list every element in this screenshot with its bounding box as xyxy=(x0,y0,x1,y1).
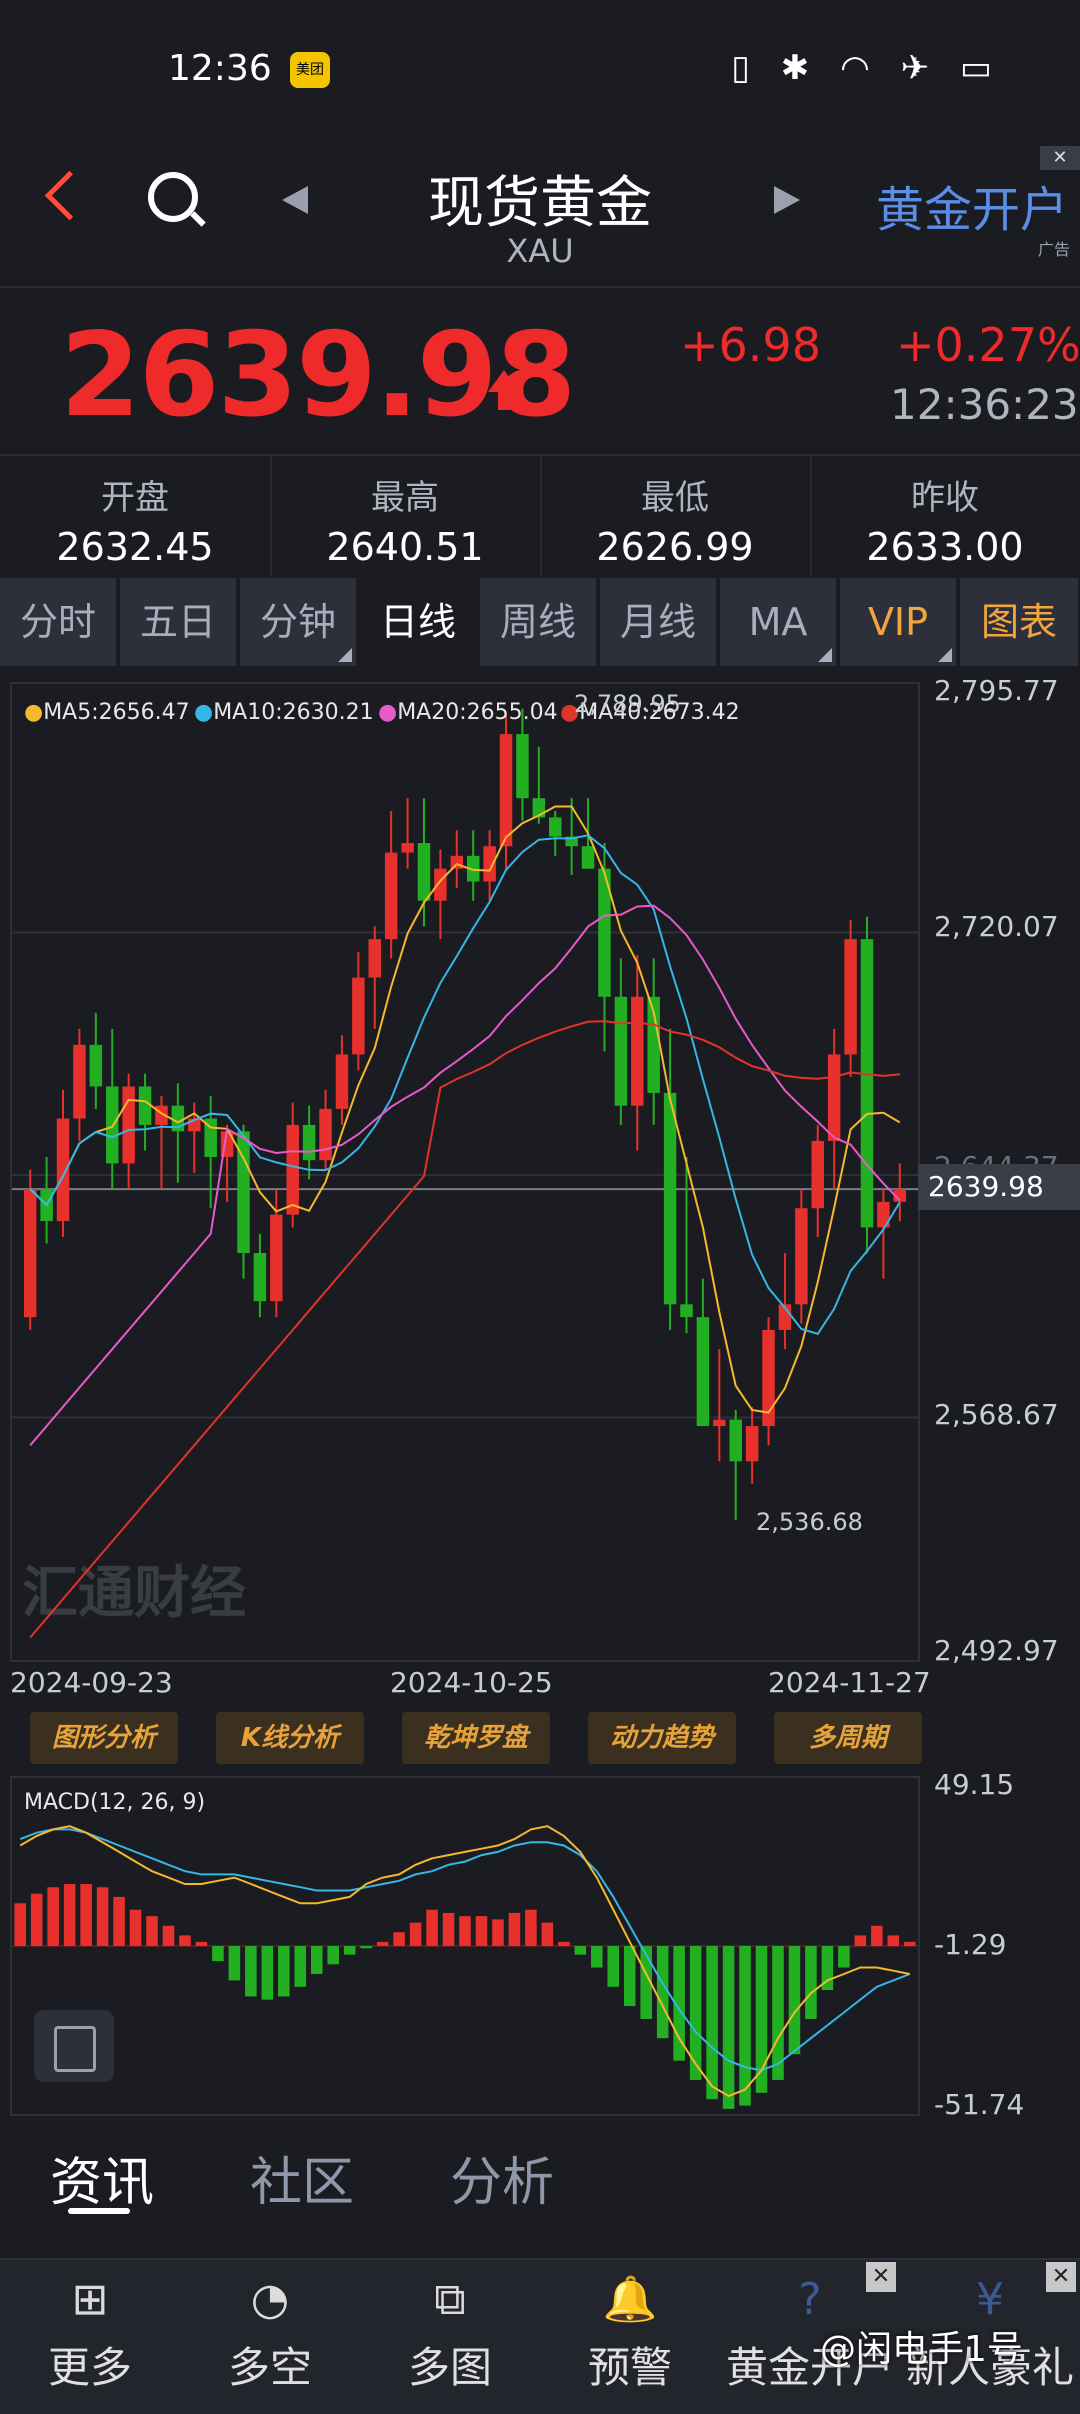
macd-title: MACD(12, 26, 9) xyxy=(24,1790,206,1815)
candle-body xyxy=(253,1253,267,1302)
ma10-line xyxy=(29,834,901,1335)
nav-label: 多空 xyxy=(227,2343,312,2392)
x-tick-label: 2024-11-27 xyxy=(768,1666,931,1699)
bell-icon: 🔔 xyxy=(602,2274,658,2325)
macd-chart-frame[interactable] xyxy=(10,1776,920,2116)
candle-body xyxy=(417,843,431,901)
candle-body xyxy=(89,1044,103,1087)
legend-label: MA20:2655.04 xyxy=(397,700,558,725)
nav-long-short[interactable]: ◔ 多空 xyxy=(180,2270,360,2395)
legend-dot: ● xyxy=(24,700,44,725)
candle-body xyxy=(319,1108,332,1161)
candle-body xyxy=(368,939,381,978)
candle-body xyxy=(270,1214,283,1302)
nav-label: 更多 xyxy=(47,2343,132,2392)
candle-body xyxy=(516,734,529,799)
ma-legend-ma10: ●MA10:2630.21 xyxy=(194,700,374,725)
tab-community[interactable]: 社区 xyxy=(250,2140,354,2215)
nav-label: 多图 xyxy=(407,2343,492,2392)
ma-legend-ma5: ●MA5:2656.47 xyxy=(24,700,190,725)
candle-body xyxy=(549,817,562,837)
active-tab-indicator xyxy=(68,2208,130,2214)
legend-label: MA10:2630.21 xyxy=(213,700,374,725)
trend-icon: ◔ xyxy=(250,2274,290,2325)
x-tick-label: 2024-09-23 xyxy=(10,1666,173,1699)
candle-body xyxy=(401,843,414,853)
candle-body xyxy=(23,1188,37,1318)
chart-tool-icon[interactable] xyxy=(34,2010,114,2082)
nav-label: 预警 xyxy=(587,2343,672,2392)
multi-chart-icon: ⧉ xyxy=(434,2274,466,2325)
analysis-pattern-button[interactable]: 图形分析 xyxy=(30,1712,178,1764)
candle-body xyxy=(680,1304,693,1318)
max-price-label: 2,789.95 xyxy=(574,690,681,718)
candle-body xyxy=(696,1317,710,1427)
macd-y-tick: 49.15 xyxy=(934,1768,1015,1801)
macd-y-tick: -51.74 xyxy=(934,2088,1025,2121)
legend-dot: ● xyxy=(194,700,214,725)
candle-body xyxy=(286,1124,299,1215)
nav-multi-chart[interactable]: ⧉ 多图 xyxy=(360,2270,540,2395)
candle-body xyxy=(122,1086,135,1164)
candle-body xyxy=(73,1044,86,1119)
grid-icon: ⊞ xyxy=(71,2274,109,2325)
candle-body xyxy=(499,734,513,847)
macd-y-tick: -1.29 xyxy=(934,1928,1007,1961)
candle-body xyxy=(860,939,874,1228)
y-tick-label: 2,492.97 xyxy=(934,1634,1059,1667)
min-price-label: 2,536.68 xyxy=(756,1508,863,1536)
x-tick-label: 2024-10-25 xyxy=(390,1666,553,1699)
analysis-momentum-button[interactable]: 动力趋势 xyxy=(588,1712,736,1764)
y-tick-label: 2,568.67 xyxy=(934,1398,1059,1431)
candle-body xyxy=(631,996,644,1106)
legend-dot: ● xyxy=(378,700,398,725)
candle-body xyxy=(56,1118,70,1222)
candle-body xyxy=(745,1426,759,1462)
current-price-marker: 2639.98 xyxy=(918,1164,1080,1210)
analysis-multi-period-button[interactable]: 多周期 xyxy=(774,1712,922,1764)
candle-body xyxy=(663,1092,677,1305)
ma-legend-ma20: ●MA20:2655.04 xyxy=(378,700,558,725)
y-tick-label: 2,720.07 xyxy=(934,910,1059,943)
overlay-watermark: @闲电手1号 xyxy=(820,2329,1023,2370)
analysis-compass-button[interactable]: 乾坤罗盘 xyxy=(402,1712,550,1764)
ad-close-icon[interactable]: ✕ xyxy=(866,2262,896,2292)
candle-body xyxy=(581,846,595,869)
tab-analysis[interactable]: 分析 xyxy=(450,2140,554,2215)
y-tick-label: 2,795.77 xyxy=(934,674,1059,707)
candle-body xyxy=(434,868,447,901)
ad-close-icon[interactable]: ✕ xyxy=(1046,2262,1076,2292)
candle-body xyxy=(335,1054,349,1109)
candle-body xyxy=(384,852,398,940)
nav-more[interactable]: ⊞ 更多 xyxy=(0,2270,180,2395)
candle-body xyxy=(138,1086,152,1125)
tab-news[interactable]: 资讯 xyxy=(50,2140,154,2215)
legend-label: MA5:2656.47 xyxy=(43,700,190,725)
candle-body xyxy=(302,1124,316,1161)
candle-body xyxy=(795,1208,808,1305)
candle-body xyxy=(844,939,857,1055)
candle-body xyxy=(827,1054,841,1141)
candle-body xyxy=(729,1419,742,1462)
analysis-kline-button[interactable]: K线分析 xyxy=(216,1712,364,1764)
candle-body xyxy=(811,1140,824,1209)
nav-alert[interactable]: 🔔 预警 xyxy=(540,2270,720,2395)
candle-body xyxy=(352,977,365,1055)
candle-body xyxy=(614,996,628,1106)
candle-body xyxy=(713,1419,726,1427)
